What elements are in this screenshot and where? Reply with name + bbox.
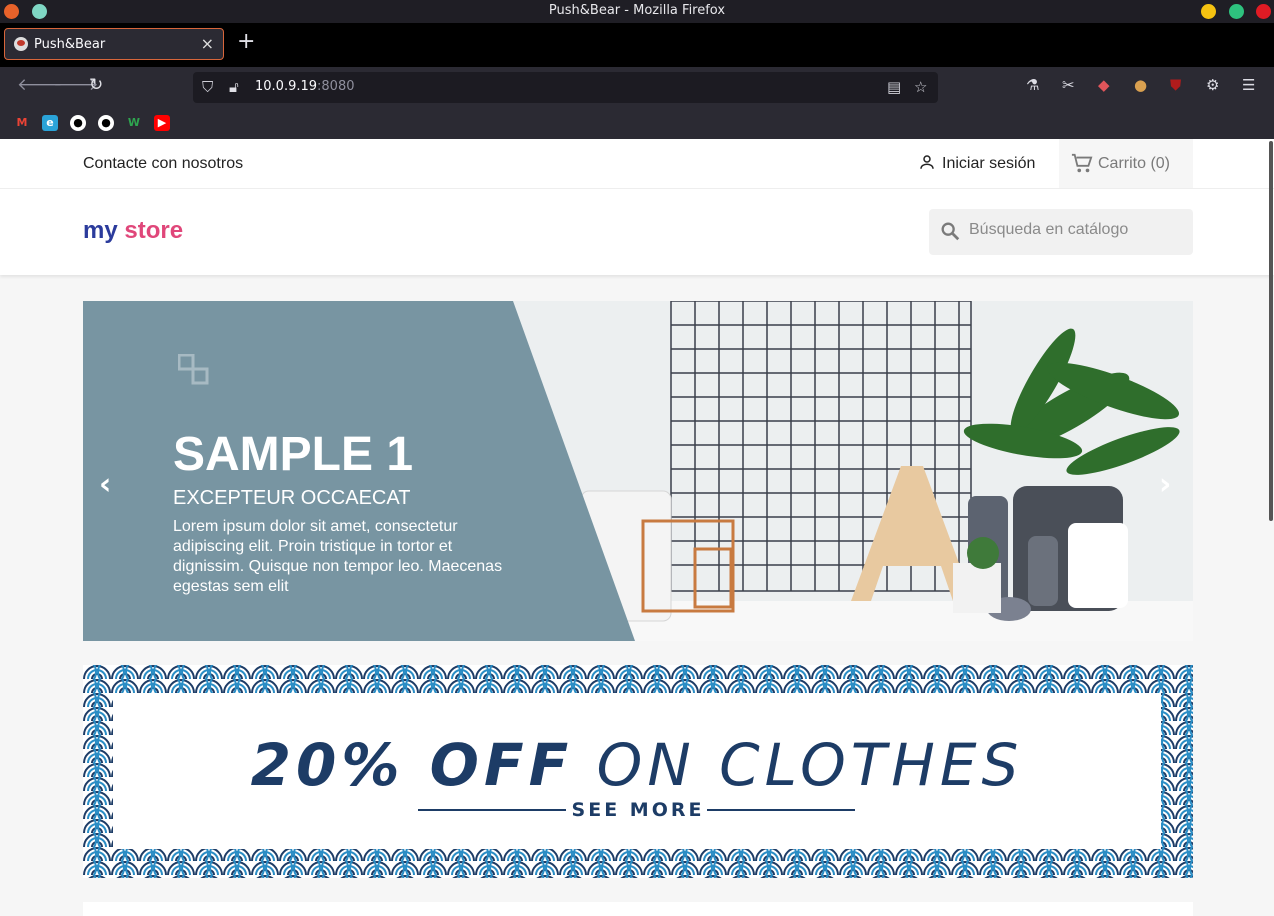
slider-prev-icon[interactable]: ‹ (99, 467, 111, 502)
gmail-icon[interactable]: M (14, 115, 30, 131)
tab-strip: Push&Bear × + (0, 23, 1274, 67)
reload-icon[interactable]: ↻ (89, 75, 103, 95)
slide-subtitle: EXCEPTEUR OCCAECAT (173, 487, 411, 509)
user-icon (920, 155, 934, 169)
minimize-button[interactable] (1201, 4, 1216, 19)
url-bar[interactable]: ⛉ 🔓︎ 10.0.9.19:8080 ▤ ☆ (193, 72, 938, 103)
bookmarks-toolbar: M e ● ● W ▶ (0, 107, 1274, 139)
insecure-lock-icon[interactable]: 🔓︎ (229, 78, 239, 96)
store-logo[interactable]: my store (83, 217, 183, 245)
settings-icon[interactable]: ⚙ (1206, 76, 1219, 94)
tab-label: Push&Bear (34, 37, 106, 52)
login-link[interactable]: Iniciar sesión (918, 153, 1035, 173)
slider-next-icon[interactable]: › (1159, 467, 1171, 502)
logo-my: my (83, 217, 118, 244)
page-scrollbar[interactable] (1268, 139, 1274, 916)
extension-icon[interactable]: ⚗ (1026, 76, 1039, 94)
slide-title: SAMPLE 1 (173, 428, 414, 481)
ublock-icon[interactable]: ⛊ (1170, 76, 1181, 94)
new-tab-button[interactable]: + (237, 29, 255, 54)
menu-icon[interactable]: ☰ (1242, 76, 1255, 94)
cart-button[interactable]: Carrito (0) (1059, 139, 1193, 188)
eraser-icon[interactable]: ◆ (1098, 76, 1110, 94)
site-favicon-icon (14, 37, 28, 51)
screenshot-icon[interactable]: ✂ (1062, 76, 1075, 94)
w-icon[interactable]: W (126, 115, 142, 131)
cart-icon (1071, 153, 1093, 173)
store-top-nav: Contacte con nosotros Iniciar sesión Car… (0, 139, 1274, 189)
catalog-search[interactable] (929, 209, 1193, 255)
web-page: Contacte con nosotros Iniciar sesión Car… (0, 139, 1274, 916)
see-more-right-line (707, 809, 855, 811)
cart-label: Carrito (0) (1098, 155, 1171, 172)
see-more-link[interactable]: SEE MORE (83, 799, 1193, 821)
banner-title-bold: 20% OFF (250, 731, 574, 799)
github-icon[interactable]: ● (98, 115, 114, 131)
maximize-button[interactable] (1229, 4, 1244, 19)
bookmark-star-icon[interactable]: ☆ (914, 78, 927, 96)
cookie-icon[interactable]: ● (1134, 76, 1147, 94)
search-icon[interactable] (939, 220, 961, 242)
hero-slider[interactable]: SAMPLE 1 EXCEPTEUR OCCAECAT Lorem ipsum … (83, 301, 1193, 641)
promo-banner[interactable]: 20% OFF ON CLOTHES SEE MORE (83, 665, 1193, 878)
store-header: my store (0, 189, 1274, 275)
banner-title: 20% OFF ON CLOTHES (113, 731, 1161, 799)
close-window-button[interactable] (1256, 4, 1271, 19)
scrollbar-thumb[interactable] (1269, 141, 1273, 521)
next-section-card (83, 902, 1193, 916)
edge-icon[interactable]: e (42, 115, 58, 131)
window-titlebar: Push&Bear - Mozilla Firefox (0, 0, 1274, 23)
shield-icon[interactable]: ⛉ (202, 78, 213, 96)
youtube-icon[interactable]: ▶ (154, 115, 170, 131)
close-tab-icon[interactable]: × (201, 34, 214, 53)
slide-description: Lorem ipsum dolor sit amet, consectetur … (173, 518, 503, 595)
contact-link[interactable]: Contacte con nosotros (83, 155, 243, 173)
window-title: Push&Bear - Mozilla Firefox (548, 3, 726, 18)
slide-decor-icon (178, 354, 209, 385)
banner-content: 20% OFF ON CLOTHES (113, 693, 1161, 849)
banner-title-normal: ON CLOTHES (596, 731, 1024, 799)
url-text[interactable]: 10.0.9.19:8080 (255, 79, 355, 94)
github-icon[interactable]: ● (70, 115, 86, 131)
logo-store: store (124, 217, 184, 244)
login-label: Iniciar sesión (942, 155, 1036, 172)
navigation-toolbar: 🡐 🡒 ↻ ⛉ 🔓︎ 10.0.9.19:8080 ▤ ☆ ⚗ ✂ ◆ ● ⛊ … (0, 67, 1274, 107)
search-input[interactable] (967, 220, 1186, 240)
reader-view-icon[interactable]: ▤ (887, 78, 901, 96)
tab-pushbear[interactable]: Push&Bear × (4, 28, 224, 60)
